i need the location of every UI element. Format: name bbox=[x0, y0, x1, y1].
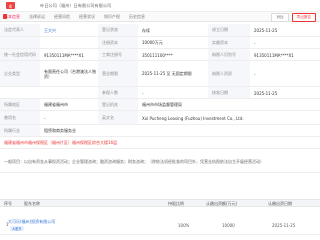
value-industry: 租赁和商务服务业 bbox=[44, 128, 76, 133]
label-region: 所属地区 bbox=[0, 99, 40, 110]
label-status: 登记状态 bbox=[98, 24, 138, 36]
info-row: 曾用名 - 英文名 Xxl Pucheng Leasing (Fuzhou) I… bbox=[0, 111, 320, 125]
value-founded: 2025-11-25 bbox=[254, 28, 278, 33]
value-english-name: Xxl Pucheng Leasing (Fuzhou) Investment … bbox=[142, 115, 244, 121]
company-logo: 企 bbox=[6, 2, 15, 9]
info-row: 注册资本 10000万元 实缴资本 - bbox=[0, 37, 320, 49]
tab-legal[interactable]: 法律诉讼 bbox=[29, 14, 45, 20]
table-row: 1 大可乐(福州)投资有限公司 大股东 100% 10000 2025-11-2… bbox=[0, 215, 320, 235]
tab-history[interactable]: 历史信息 bbox=[129, 14, 145, 20]
col-no: 序号 bbox=[4, 201, 12, 206]
info-row: 福建省福州市福州保税区（福州片区）福州保税区综合大楼16层 bbox=[0, 137, 320, 149]
info-row: 所属地区 福建省福州市 登记机关 福州市市场监督管理局 bbox=[0, 99, 320, 111]
toolbar: 对比 导出报告 bbox=[271, 12, 316, 22]
info-row: 企业类型 有限责任公司（台港澳法人独资） 营业期限 2025-11-25 至 无… bbox=[0, 61, 320, 87]
tab-operation[interactable]: 经营状况 bbox=[79, 14, 95, 20]
info-row: 统一社会信用代码 91350111MA****X1 工商注册号 35011110… bbox=[0, 49, 320, 61]
value-legal-rep[interactable]: 王大兴 bbox=[44, 24, 94, 37]
info-grid: 法定代表人 王大兴 登记状态 存续 成立日期 2025-11-25 注册资本 1… bbox=[0, 24, 320, 201]
label-empty bbox=[0, 37, 40, 48]
label-legal-rep: 法定代表人 bbox=[0, 24, 40, 36]
col-name: 股东名称 bbox=[24, 201, 40, 206]
value-scope: 一般项目：以自有资金从事投资活动；企业管理咨询；融资咨询服务；财务咨询；（除依法… bbox=[4, 158, 264, 164]
label-tax-id: 纳税人识别号 bbox=[208, 49, 250, 60]
value-tax-id: 91350111MA****X1 bbox=[254, 52, 294, 58]
label-approved: 核准日期 bbox=[208, 87, 250, 98]
label-credit-code: 统一社会信用代码 bbox=[0, 49, 40, 60]
info-row: 一般项目：以自有资金从事投资活动；企业管理咨询；融资咨询服务；财务咨询；（除依法… bbox=[0, 149, 320, 173]
col-amount: 认缴出资额(万元) bbox=[206, 201, 238, 206]
value-region: 福建省福州市 bbox=[44, 102, 68, 107]
info-row: 所属行业 租赁和商务服务业 bbox=[0, 125, 320, 137]
value-paid-capital: - bbox=[254, 40, 256, 46]
compare-button[interactable]: 对比 bbox=[271, 12, 289, 22]
label-founded: 成立日期 bbox=[208, 24, 250, 36]
value-term: 2025-11-25 至 无固定期限 bbox=[142, 71, 192, 76]
label-authority: 登记机关 bbox=[98, 99, 138, 110]
tab-ip[interactable]: 知识产权 bbox=[104, 14, 120, 20]
shareholder-name-link[interactable]: 大可乐(福州)投资有限公司 bbox=[8, 219, 55, 225]
export-report-button[interactable]: 导出报告 bbox=[291, 12, 316, 22]
col-date: 认缴出资日期 bbox=[268, 201, 292, 206]
company-name-tab[interactable]: 叶日公司（福州）日有限公司有限公司 bbox=[40, 3, 111, 9]
value-company-type: 有限责任公司（台港澳法人独资） bbox=[44, 69, 96, 79]
label-former-name: 曾用名 bbox=[0, 111, 40, 124]
label-paid-capital: 实缴资本 bbox=[208, 37, 250, 48]
value-tax-qual: - bbox=[254, 71, 256, 77]
tab-risk[interactable]: 经营风险 bbox=[54, 14, 70, 20]
label-reg-no: 工商注册号 bbox=[98, 49, 138, 60]
label-insured: 参保人数 bbox=[98, 87, 138, 98]
major-shareholder-badge: 大股东 bbox=[8, 226, 24, 231]
value-capital: 10000万元 bbox=[142, 40, 163, 45]
value-credit-code: 91350111MA****X1 bbox=[44, 52, 84, 58]
value-former-name: - bbox=[44, 115, 46, 121]
value-authority: 福州市市场监督管理局 bbox=[142, 102, 182, 107]
label-industry: 所属行业 bbox=[0, 125, 40, 136]
col-ratio: 持股比例 bbox=[168, 201, 184, 206]
amount-value: 10000 bbox=[222, 223, 235, 228]
badge-text: 大股东 bbox=[10, 226, 24, 231]
value-reg-no: 350111100**** bbox=[142, 52, 173, 58]
label-capital: 注册资本 bbox=[98, 37, 138, 48]
label-term: 营业期限 bbox=[98, 61, 138, 86]
value-approved: 2025-11-25 bbox=[254, 90, 278, 96]
shareholder-table-header: 序号 股东名称 持股比例 认缴出资额(万元) 认缴出资日期 bbox=[0, 199, 320, 207]
date-value: 2025-11-25 bbox=[272, 223, 296, 228]
info-row: 法定代表人 王大兴 登记状态 存续 成立日期 2025-11-25 bbox=[0, 24, 320, 37]
label-english-name: 英文名 bbox=[98, 111, 138, 124]
label-company-type: 企业类型 bbox=[0, 61, 40, 86]
ratio-value: 100% bbox=[178, 223, 190, 228]
info-row: 参保人数 - 核准日期 2025-11-25 bbox=[0, 87, 320, 99]
label-tax-qual: 纳税人资质 bbox=[208, 61, 250, 86]
value-address[interactable]: 福建省福州市福州保税区（福州片区）福州保税区综合大楼16层 bbox=[4, 137, 314, 149]
flag-icon bbox=[3, 14, 7, 19]
value-status: 存续 bbox=[142, 27, 150, 33]
value-insured: - bbox=[142, 90, 144, 96]
